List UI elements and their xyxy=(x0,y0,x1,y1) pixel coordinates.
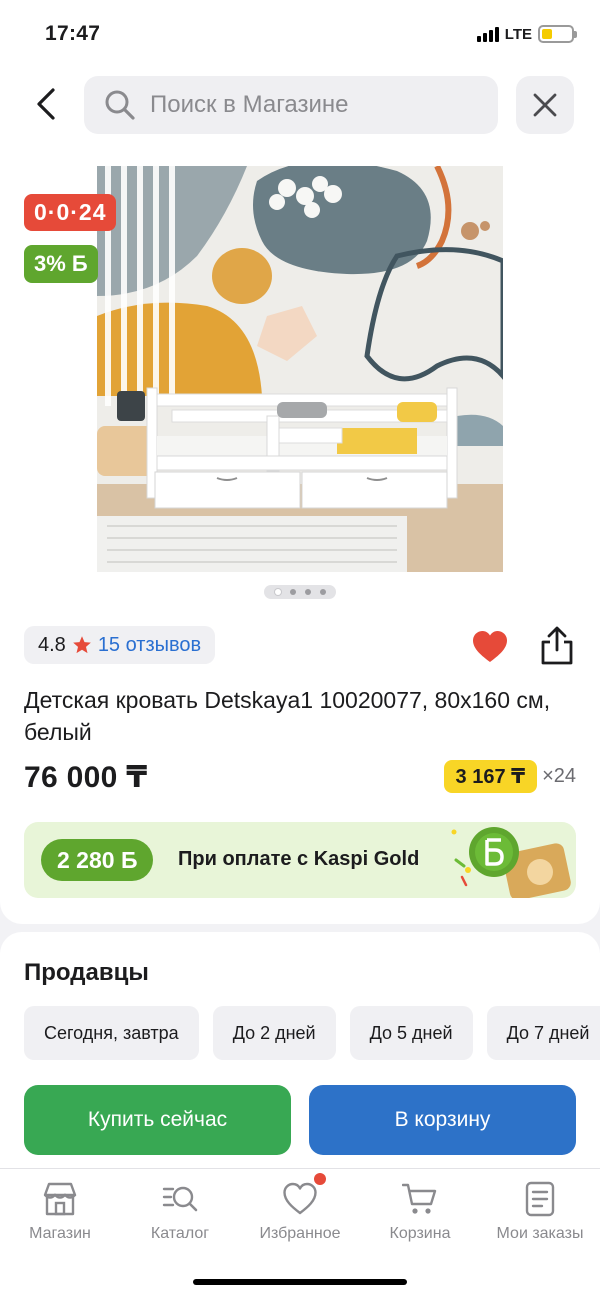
product-price: 76 000 ₸ xyxy=(24,761,148,794)
kaspi-gold-banner[interactable]: 2 280 Б При оплате с Kaspi Gold xyxy=(24,822,576,898)
store-icon xyxy=(43,1182,77,1216)
tab-label: Каталог xyxy=(150,1225,210,1242)
battery-icon xyxy=(538,25,577,43)
status-bar: 17:47 LTE xyxy=(0,0,600,70)
pager-dot[interactable] xyxy=(304,589,311,595)
bonus-amount: 2 280 Б xyxy=(41,839,154,881)
product-card: 0·0·24 3% Б 4.8 15 отзывов Детская крова… xyxy=(0,142,600,924)
delivery-filter-chip[interactable]: До 2 дней xyxy=(212,1006,336,1060)
notification-dot xyxy=(314,1173,326,1185)
delivery-filters: Сегодня, завтра До 2 дней До 5 дней До 7… xyxy=(24,1006,600,1060)
tab-cart[interactable]: Корзина xyxy=(360,1181,480,1243)
tab-store[interactable]: Магазин xyxy=(0,1181,120,1243)
heart-icon xyxy=(473,631,507,662)
close-button[interactable] xyxy=(516,76,574,134)
cart-icon xyxy=(402,1183,437,1214)
search-input[interactable] xyxy=(150,91,470,119)
monthly-price: 3 167 ₸ xyxy=(443,760,538,793)
tab-label: Избранное xyxy=(259,1225,341,1242)
signal-icon xyxy=(476,26,499,42)
status-icons: LTE xyxy=(476,25,577,43)
top-bar xyxy=(0,70,600,142)
delivery-filter-chip[interactable]: Сегодня, завтра xyxy=(24,1006,199,1060)
network-label: LTE xyxy=(504,25,532,43)
orders-icon xyxy=(525,1181,555,1217)
share-button[interactable] xyxy=(538,626,576,666)
delivery-filter-chip[interactable]: До 7 дней xyxy=(486,1006,600,1060)
product-title: Детская кровать Detskaya1 10020077, 80x1… xyxy=(24,687,551,745)
favorite-button[interactable] xyxy=(472,630,508,664)
catalog-icon xyxy=(162,1186,198,1212)
home-indicator[interactable] xyxy=(193,1279,407,1285)
sellers-title: Продавцы xyxy=(24,959,149,986)
pager-dot[interactable] xyxy=(274,589,281,595)
sellers-card: Продавцы Сегодня, завтра До 2 дней До 5 … xyxy=(0,932,600,1168)
back-button[interactable] xyxy=(28,84,64,124)
image-pager[interactable] xyxy=(264,585,336,599)
rating-pill[interactable]: 4.8 15 отзывов xyxy=(24,626,216,664)
bonus-badge: 3% Б xyxy=(24,245,98,283)
delivery-filter-chip[interactable]: До 5 дней xyxy=(349,1006,473,1060)
tab-favorites[interactable]: Избранное xyxy=(240,1173,360,1243)
monthly-times: ×24 xyxy=(542,765,576,787)
chevron-left-icon xyxy=(37,88,55,120)
tab-catalog[interactable]: Каталог xyxy=(120,1181,240,1243)
pager-dot[interactable] xyxy=(289,589,296,595)
bottom-tab-bar: Магазин Каталог Избранное Корзина Мои за… xyxy=(0,1168,600,1297)
tab-orders[interactable]: Мои заказы xyxy=(480,1181,600,1243)
search-box[interactable] xyxy=(84,76,498,134)
installment-badge: 0·0·24 xyxy=(24,194,117,231)
monthly-payment[interactable]: 3 167 ₸ ×24 xyxy=(443,760,576,793)
close-icon xyxy=(533,93,557,117)
tab-label: Корзина xyxy=(389,1225,451,1242)
product-image[interactable] xyxy=(97,166,503,572)
tab-label: Магазин xyxy=(29,1225,91,1242)
add-to-cart-button[interactable]: В корзину xyxy=(309,1085,576,1155)
rating-value: 4.8 xyxy=(38,633,66,656)
tab-label: Мои заказы xyxy=(496,1225,584,1242)
status-time: 17:47 xyxy=(45,22,101,45)
share-icon xyxy=(541,626,573,665)
bed-illustration xyxy=(97,166,503,572)
search-icon xyxy=(105,90,135,120)
pager-dot[interactable] xyxy=(319,589,326,595)
reviews-link[interactable]: 15 отзывов xyxy=(98,634,201,657)
kaspi-banner-text: При оплате с Kaspi Gold xyxy=(178,848,420,870)
buy-now-button[interactable]: Купить сейчас xyxy=(24,1085,291,1155)
heart-outline-icon xyxy=(283,1182,317,1215)
kaspi-gold-card-icon xyxy=(451,827,571,898)
star-icon xyxy=(72,636,91,654)
